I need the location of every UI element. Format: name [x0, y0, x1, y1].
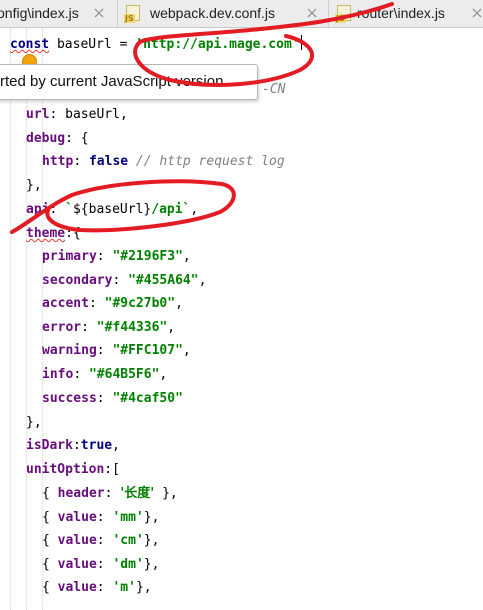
code-line: { value: 'm'},: [42, 580, 152, 595]
code-line: success: "#4caf50": [42, 391, 183, 406]
code-line: error: "#f44336",: [42, 320, 176, 335]
editor-tab-bar: onfig\index.js JS webpack.dev.conf.js JS…: [0, 0, 483, 28]
code-line: accent: "#9c27b0",: [42, 296, 183, 311]
tab-label: router\index.js: [357, 5, 445, 21]
code-line: secondary: "#455A64",: [42, 273, 207, 288]
tab-router-index[interactable]: JS router\index.js: [328, 0, 483, 27]
tab-config-index[interactable]: onfig\index.js: [0, 0, 104, 27]
js-file-icon: JS: [335, 5, 353, 23]
code-line: -CN: [262, 82, 286, 97]
code-line: { header: '长度' },: [42, 486, 178, 501]
close-icon[interactable]: [307, 8, 317, 18]
code-line: isDark:true,: [26, 438, 120, 453]
code-line: url: baseUrl,: [26, 107, 128, 122]
code-line: primary: "#2196F3",: [42, 249, 191, 264]
code-line: theme:{: [26, 226, 81, 241]
code-line: debug: {: [26, 131, 89, 146]
js-file-icon: JS: [124, 5, 142, 23]
code-line: const baseUrl = 'http://api.mage.com': [10, 35, 302, 52]
code-line: http: false // http request log: [42, 154, 285, 169]
tab-label: onfig\index.js: [0, 5, 79, 21]
indent-guide: [10, 28, 11, 610]
code-line: { value: 'mm'},: [42, 510, 160, 525]
code-line: warning: "#FFC107",: [42, 343, 191, 358]
tooltip-text: rted by current JavaScript version: [0, 73, 224, 90]
inspection-tooltip: rted by current JavaScript version: [0, 64, 258, 100]
text-caret: [300, 35, 302, 50]
code-line: unitOption:[: [26, 462, 120, 477]
close-icon[interactable]: [94, 8, 104, 18]
code-line: },: [26, 415, 42, 430]
code-line: },: [26, 178, 42, 193]
code-line: { value: 'cm'},: [42, 533, 160, 548]
code-editor[interactable]: const baseUrl = 'http://api.mage.com' -C…: [0, 28, 483, 610]
code-line: api: `${baseUrl}/api`,: [26, 202, 199, 217]
tab-label: webpack.dev.conf.js: [150, 5, 276, 21]
tab-webpack-dev-conf[interactable]: JS webpack.dev.conf.js: [117, 0, 325, 27]
close-icon[interactable]: [472, 8, 482, 18]
code-line: info: "#64B5F6",: [42, 367, 168, 382]
code-line: { value: 'dm'},: [42, 557, 160, 572]
